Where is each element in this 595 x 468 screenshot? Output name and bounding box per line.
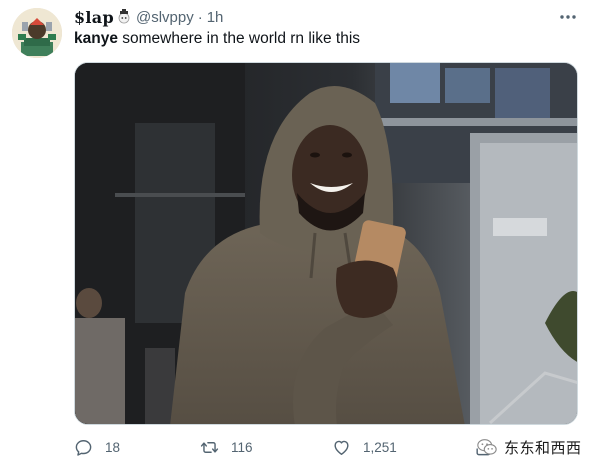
like-button[interactable]: 1,251 [332, 434, 397, 460]
tweet-text: kanye somewhere in the world rn like thi… [74, 29, 360, 49]
tweet-text-bold: kanye [74, 30, 118, 47]
avatar-image [12, 8, 62, 58]
display-name[interactable]: $lap [74, 8, 114, 27]
separator: · [197, 8, 203, 26]
reply-count: 18 [105, 439, 121, 455]
tweet-photo[interactable] [74, 62, 578, 425]
wechat-icon [477, 439, 497, 455]
reply-button[interactable]: 18 [74, 434, 120, 460]
avatar[interactable] [12, 8, 62, 58]
retweet-icon [200, 441, 219, 453]
retweet-button[interactable]: 116 [200, 434, 253, 460]
emoji-badge-icon [116, 9, 132, 25]
author-handle[interactable]: @slvppy [136, 9, 194, 26]
more-options-icon[interactable] [559, 10, 577, 22]
retweet-count: 116 [231, 439, 253, 455]
watermark: 东东和西西 [476, 432, 582, 462]
watermark-text: 东东和西西 [504, 438, 582, 457]
heart-icon [334, 440, 349, 455]
timestamp[interactable]: 1h [207, 9, 224, 26]
tweet-text-rest: somewhere in the world rn like this [117, 30, 361, 47]
tweet-header: $lap @slvppy · 1h [74, 6, 223, 28]
reply-icon [75, 439, 92, 456]
tweet-card[interactable]: $lap @slvppy · 1h kanye somewhere in the… [0, 0, 595, 468]
photo-illustration [75, 63, 577, 424]
like-count: 1,251 [363, 439, 397, 455]
